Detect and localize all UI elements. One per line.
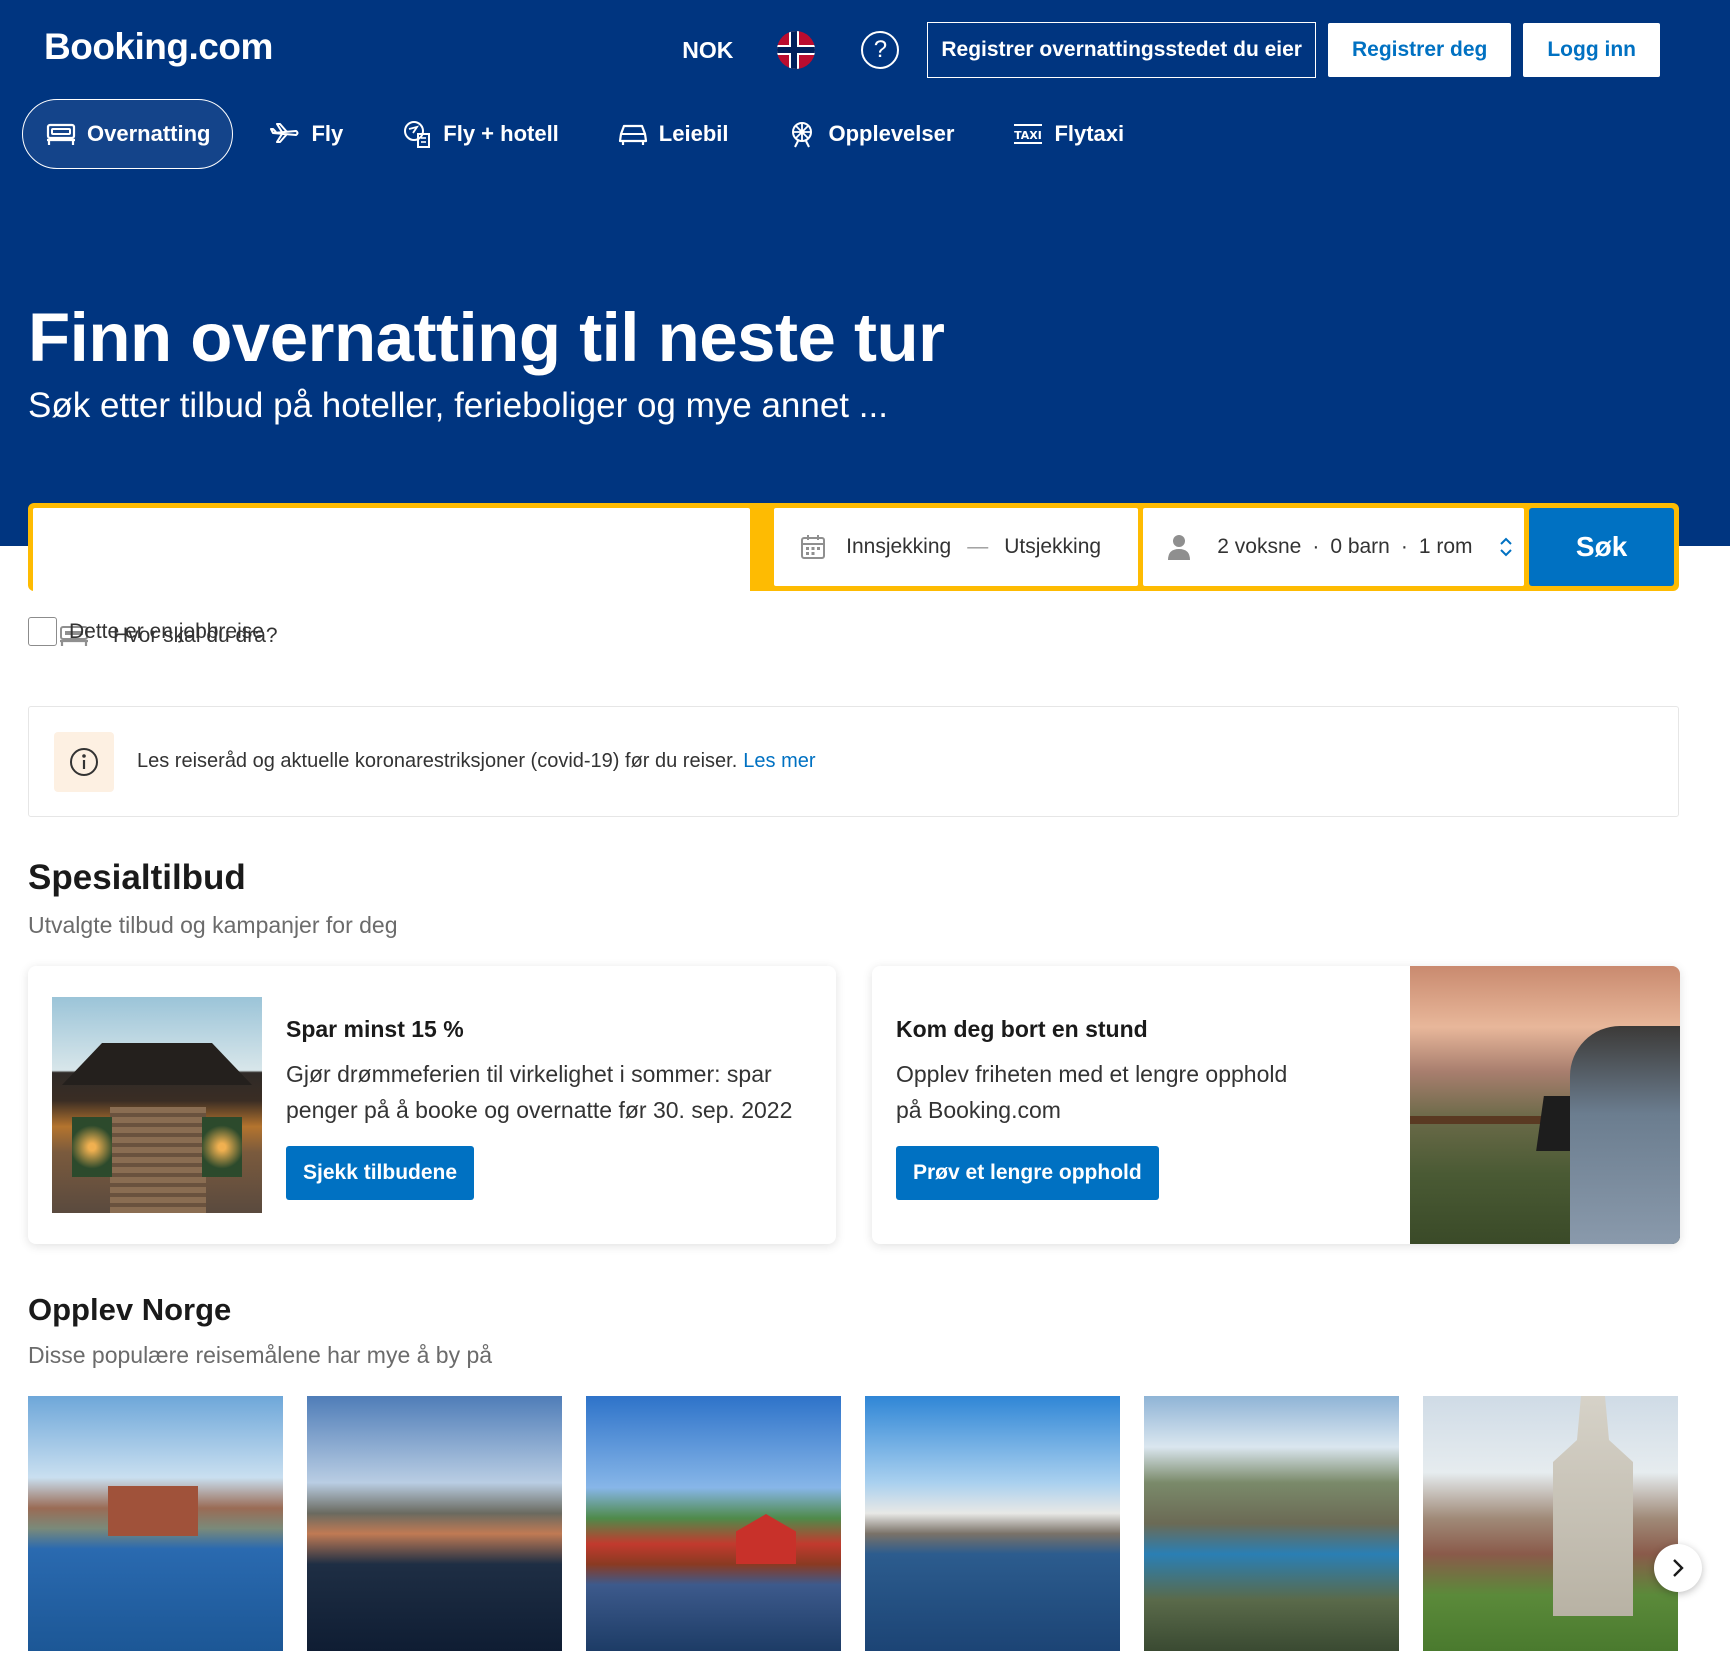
hero-subtitle: Søk etter tilbud på hoteller, feriebolig… <box>28 386 888 425</box>
longer-stay-button[interactable]: Prøv et lengre opphold <box>896 1146 1159 1200</box>
bed-icon <box>45 118 77 150</box>
destination-image-bergen[interactable] <box>307 1396 562 1651</box>
person-icon <box>1167 534 1191 560</box>
calendar-icon <box>800 534 826 560</box>
check-offers-button[interactable]: Sjekk tilbudene <box>286 1146 475 1200</box>
destination-carousel <box>28 1396 1678 1651</box>
children-count: 0 barn <box>1330 535 1390 558</box>
offer-title: Spar minst 15 % <box>286 1016 464 1042</box>
offer-text-line: Opplev friheten med et lengre opphold <box>896 1061 1288 1087</box>
dot-separator: · <box>1312 535 1320 558</box>
destination-image-oslo[interactable] <box>28 1396 283 1651</box>
dot-separator: · <box>1400 535 1408 558</box>
nav-label: Fly <box>311 121 344 146</box>
destination-image-tromso[interactable] <box>1144 1396 1399 1651</box>
offer-text: Gjør drømmeferien til virkelighet i somm… <box>286 1056 792 1128</box>
read-more-link[interactable]: Les mer <box>743 750 815 773</box>
nav-label: Flytaxi <box>1054 121 1125 146</box>
chevron-up-down-icon <box>1499 536 1513 558</box>
destination-image-stavanger[interactable] <box>865 1396 1120 1651</box>
nav-label: Leiebil <box>658 121 729 146</box>
resort-image <box>52 997 262 1213</box>
guests-selector[interactable]: 2 voksne · 0 barn · 1 rom <box>1143 508 1525 586</box>
header-actions: NOK ? Registrer overnattingsstedet du ei… <box>682 22 1660 78</box>
rooms-count: 1 rom <box>1418 535 1473 558</box>
laptop-balcony-image <box>1410 966 1680 1244</box>
info-icon <box>54 731 114 792</box>
offers-title: Spesialtilbud <box>28 858 246 897</box>
norway-flag-icon[interactable] <box>777 31 816 69</box>
offer-title: Kom deg bort en stund <box>896 1016 1148 1042</box>
login-button[interactable]: Logg inn <box>1523 23 1660 77</box>
plane-icon <box>269 118 301 150</box>
covid-notice: Les reiseråd og aktuelle koronarestriksj… <box>28 706 1679 817</box>
nav-label: Opplevelser <box>828 121 955 146</box>
checkout-label: Utsjekking <box>1004 535 1102 558</box>
offers-subtitle: Utvalgte tilbud og kampanjer for deg <box>28 912 398 938</box>
search-button[interactable]: Søk <box>1529 508 1674 586</box>
nav-label: Fly + hotell <box>443 121 559 146</box>
offer-card: Kom deg bort en stund Opplev friheten me… <box>872 966 1680 1244</box>
carousel-next-button[interactable] <box>1654 1544 1702 1592</box>
nav-label: Overnatting <box>87 121 211 146</box>
nav-tab-overnatting[interactable]: Overnatting <box>22 99 234 169</box>
explore-title: Opplev Norge <box>28 1292 232 1327</box>
offer-text-line: Gjør drømmeferien til virkelighet i somm… <box>286 1061 772 1087</box>
booking-logo[interactable]: Booking.com <box>44 26 273 68</box>
offer-text-line: penger på å booke og overnatte før 30. s… <box>286 1097 793 1123</box>
attractions-icon <box>786 118 818 150</box>
register-button[interactable]: Registrer deg <box>1327 23 1512 77</box>
flight-hotel-icon <box>401 118 433 150</box>
destination-image-trondheim[interactable] <box>586 1396 841 1651</box>
car-icon <box>617 118 649 150</box>
nav-tab-flytaxi[interactable]: TAXI Flytaxi <box>990 99 1146 169</box>
checkin-label: Innsjekking <box>846 535 952 558</box>
notice-text: Les reiseråd og aktuelle koronarestriksj… <box>137 750 738 772</box>
nav-tab-fly-hotell[interactable]: Fly + hotell <box>379 99 581 169</box>
date-separator: — <box>967 535 989 558</box>
product-nav: Overnatting Fly Fly + hotell Leiebil Opp… <box>22 99 1160 169</box>
register-property-button[interactable]: Registrer overnattingsstedet du eier <box>927 22 1316 78</box>
offer-text-line: på Booking.com <box>896 1097 1061 1123</box>
explore-subtitle: Disse populære reisemålene har mye å by … <box>28 1342 493 1368</box>
currency-selector[interactable]: NOK <box>682 37 733 64</box>
taxi-icon: TAXI <box>1012 118 1044 150</box>
nav-tab-opplevelser[interactable]: Opplevelser <box>764 99 976 169</box>
destination-image-kristiansand[interactable] <box>1423 1396 1678 1651</box>
business-trip-label: Dette er en jobbreise <box>69 619 264 643</box>
adults-count: 2 voksne <box>1217 535 1302 558</box>
nav-tab-leiebil[interactable]: Leiebil <box>595 99 751 169</box>
business-trip-option[interactable]: Dette er en jobbreise <box>28 617 264 646</box>
chevron-right-icon <box>1671 1558 1685 1578</box>
search-bar: Hvor skal du dra? Innsjekking — Utsjekki… <box>28 503 1679 763</box>
business-trip-checkbox[interactable] <box>28 617 57 646</box>
offer-text: Opplev friheten med et lengre opphold på… <box>896 1056 1287 1128</box>
offer-card: Spar minst 15 % Gjør drømmeferien til vi… <box>28 966 836 1244</box>
svg-text:TAXI: TAXI <box>1015 129 1043 142</box>
nav-tab-fly[interactable]: Fly <box>247 99 365 169</box>
hero-title: Finn overnatting til neste tur <box>28 299 945 376</box>
hero-band <box>0 0 1730 546</box>
date-picker[interactable]: Innsjekking — Utsjekking <box>774 508 1139 586</box>
question-circle-icon[interactable]: ? <box>861 31 900 69</box>
